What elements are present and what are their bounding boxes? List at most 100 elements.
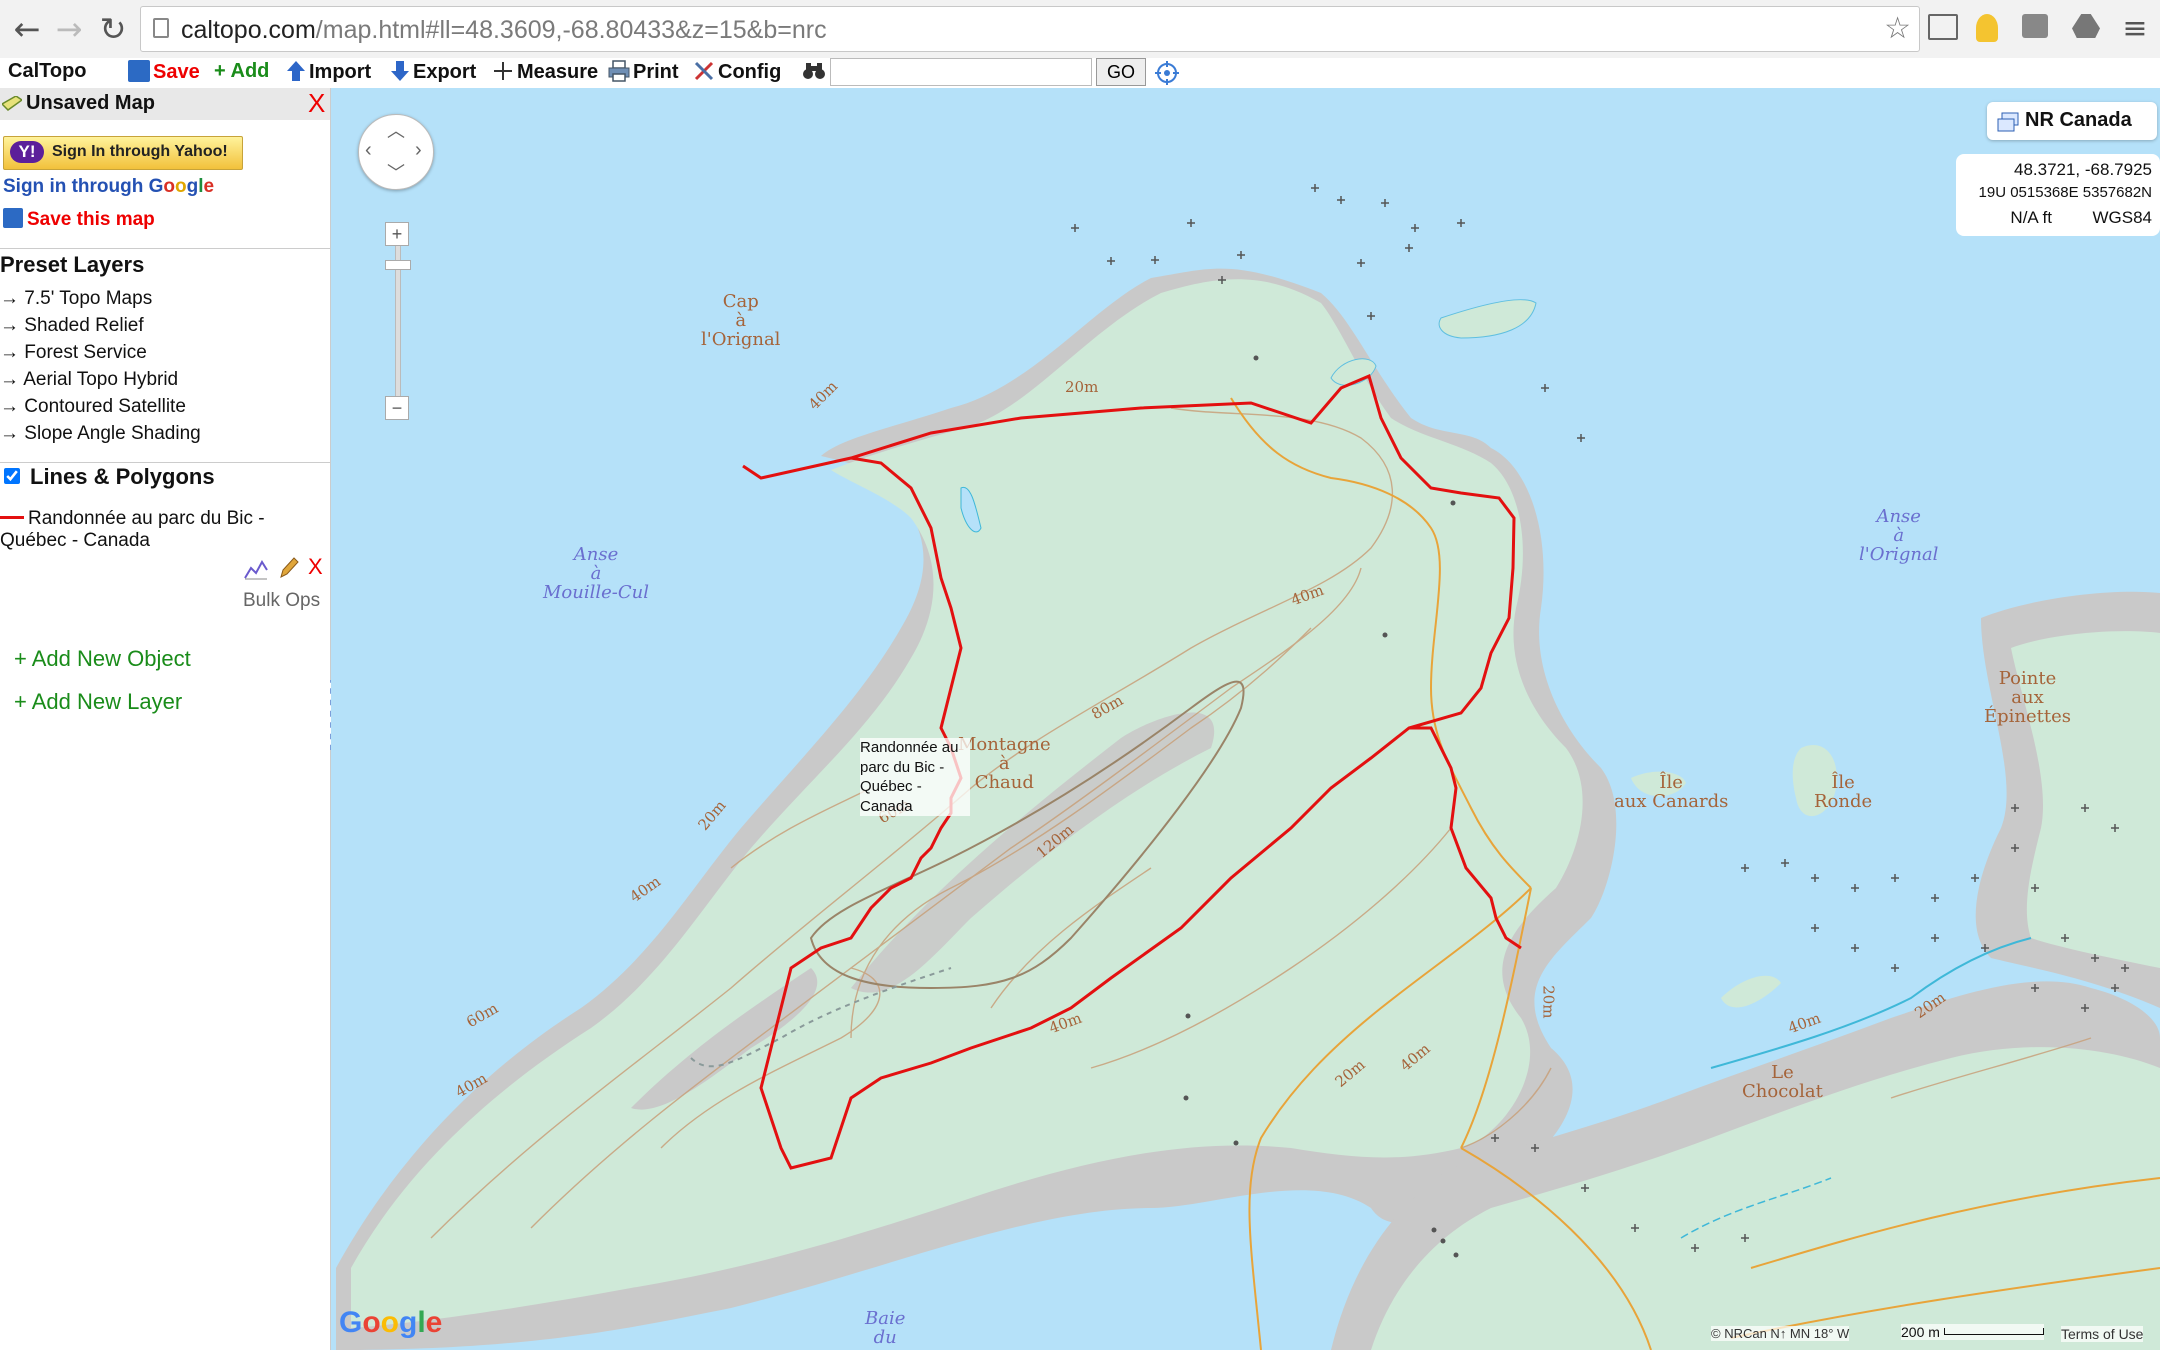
place-line: Cap bbox=[722, 291, 759, 312]
google-letter: g bbox=[186, 176, 199, 197]
place-label-baie: Baie du bbox=[865, 1308, 906, 1348]
divider bbox=[0, 462, 330, 463]
save-button[interactable]: Save bbox=[128, 60, 200, 84]
track-map-label[interactable]: Randonnée au parc du Bic - Québec - Cana… bbox=[860, 738, 970, 816]
close-map-button[interactable]: X bbox=[308, 88, 325, 119]
place-line: aux bbox=[2011, 686, 2044, 708]
place-line: l'Orignal bbox=[701, 328, 781, 350]
pan-up-icon[interactable]: ︿ bbox=[387, 117, 405, 143]
pan-control[interactable]: ︿ ﹀ ‹ › bbox=[358, 114, 434, 190]
preset-layer-shaded-relief[interactable]: → Shaded Relief bbox=[0, 315, 144, 337]
place-line: à bbox=[1893, 524, 1905, 546]
island bbox=[1721, 975, 1781, 1008]
red-line-swatch bbox=[0, 516, 24, 519]
url-path: /map.html#ll=48.3609,-68.80433&z=15&b=nr… bbox=[315, 16, 827, 44]
url-text[interactable]: caltopo.com/map.html#ll=48.3609,-68.8043… bbox=[181, 16, 827, 45]
bulk-ops-link[interactable]: Bulk Ops bbox=[243, 590, 320, 612]
import-button[interactable]: Import bbox=[286, 60, 371, 84]
drive-icon[interactable] bbox=[2072, 14, 2100, 38]
terms-of-use-link[interactable]: Terms of Use bbox=[2061, 1326, 2144, 1342]
google-letter: o bbox=[175, 176, 187, 197]
track-name-line2: Québec - Canada bbox=[0, 530, 150, 551]
place-line: Anse bbox=[1876, 506, 1921, 527]
extension-icon[interactable] bbox=[1976, 14, 1998, 42]
map-view[interactable]: Cap à l'Orignal Anse à Mouille-Cul Anse à l'Or… bbox=[331, 88, 2160, 1350]
google-letter: e bbox=[425, 1306, 443, 1339]
floppy-icon bbox=[3, 208, 23, 228]
floppy-icon bbox=[128, 60, 150, 82]
google-letter: o bbox=[362, 1306, 381, 1339]
google-signin-link[interactable]: Sign in through Google bbox=[3, 176, 214, 198]
place-line: aux Canards bbox=[1614, 790, 1729, 812]
preset-layer-topo[interactable]: → 7.5' Topo Maps bbox=[0, 288, 152, 310]
forward-arrow-icon[interactable]: → bbox=[50, 10, 88, 48]
place-line: Le bbox=[1771, 1062, 1794, 1083]
binoculars-icon[interactable] bbox=[802, 60, 826, 88]
reload-icon[interactable]: ↻ bbox=[94, 10, 132, 48]
config-button[interactable]: Config bbox=[693, 60, 781, 84]
add-new-layer-link[interactable]: + Add New Layer bbox=[14, 689, 182, 715]
import-label: Import bbox=[309, 61, 372, 83]
extension-copy-icon[interactable] bbox=[2022, 14, 2048, 38]
place-line: Île bbox=[1831, 772, 1855, 793]
google-letter: o bbox=[380, 1306, 399, 1339]
lines-polygons-checkbox[interactable] bbox=[4, 468, 20, 484]
place-label-ile-ronde: Île Ronde bbox=[1814, 772, 1873, 812]
print-button[interactable]: Print bbox=[608, 60, 679, 84]
latlon-readout: 48.3721, -68.7925 bbox=[2013, 160, 2152, 179]
pencil-icon[interactable] bbox=[278, 556, 300, 585]
lines-polygons-heading: Lines & Polygons bbox=[30, 464, 215, 489]
track-item[interactable]: Randonnée au parc du Bic - Québec - Cana… bbox=[0, 508, 265, 552]
go-button[interactable]: GO bbox=[1096, 58, 1146, 86]
map-canvas[interactable] bbox=[331, 88, 2160, 1350]
datum-readout: WGS84 bbox=[2092, 208, 2152, 227]
preset-layers-heading: Preset Layers bbox=[0, 252, 145, 277]
pan-right-icon[interactable]: › bbox=[415, 139, 422, 162]
page-icon bbox=[153, 18, 169, 38]
yahoo-signin-button[interactable]: Y! Sign In through Yahoo! bbox=[3, 136, 243, 170]
place-line: Épinettes bbox=[1984, 705, 2072, 727]
coordinate-readout: 48.3721, -68.7925 19U 0515368E 5357682N … bbox=[1956, 154, 2160, 236]
place-line: Baie bbox=[865, 1308, 906, 1329]
preset-layer-aerial-topo[interactable]: → Aerial Topo Hybrid bbox=[0, 369, 178, 391]
elevation-readout: N/A ft bbox=[2010, 208, 2052, 227]
preset-layer-forest-service[interactable]: → Forest Service bbox=[0, 342, 147, 364]
arrow-up-icon bbox=[286, 60, 306, 82]
browser-toolbar: ← → ↻ caltopo.com/map.html#ll=48.3609,-6… bbox=[0, 0, 2160, 59]
delete-track-button[interactable]: X bbox=[308, 554, 323, 580]
cast-icon[interactable] bbox=[1928, 14, 1958, 40]
save-this-map-link[interactable]: Save this map bbox=[3, 208, 155, 231]
save-this-map-label: Save this map bbox=[27, 209, 155, 230]
brand-label: CalTopo bbox=[8, 60, 87, 82]
google-logo[interactable]: Google bbox=[339, 1306, 442, 1340]
base-layer-button[interactable]: NR Canada bbox=[1987, 102, 2157, 140]
contour-label: 20m bbox=[1539, 985, 1558, 1019]
preset-layer-contoured-satellite[interactable]: → Contoured Satellite bbox=[0, 396, 186, 418]
zoom-in-button[interactable]: + bbox=[385, 222, 409, 246]
zoom-out-button[interactable]: − bbox=[385, 396, 409, 420]
locate-icon[interactable] bbox=[1155, 61, 1179, 91]
sidebar-header: Unsaved Map X bbox=[0, 88, 330, 120]
zoom-slider-handle[interactable] bbox=[385, 260, 411, 270]
export-button[interactable]: Export bbox=[390, 60, 476, 84]
add-button[interactable]: + Add bbox=[214, 60, 269, 83]
search-input[interactable] bbox=[830, 58, 1092, 86]
place-line: Ronde bbox=[1814, 790, 1873, 812]
zoom-slider-track[interactable] bbox=[395, 222, 401, 414]
address-bar[interactable]: caltopo.com/map.html#ll=48.3609,-68.8043… bbox=[140, 6, 1920, 52]
pan-down-icon[interactable]: ﹀ bbox=[387, 159, 405, 185]
divider bbox=[0, 248, 330, 249]
island bbox=[1438, 299, 1537, 339]
preset-layer-slope-angle[interactable]: → Slope Angle Shading bbox=[0, 423, 201, 445]
back-arrow-icon[interactable]: ← bbox=[8, 10, 46, 48]
profile-chart-icon[interactable] bbox=[244, 558, 268, 585]
sidebar: Unsaved Map X Y! Sign In through Yahoo! … bbox=[0, 88, 331, 1350]
place-label-cap-orignal: Cap à l'Orignal bbox=[701, 291, 781, 350]
bookmark-star-icon[interactable]: ☆ bbox=[1884, 11, 1911, 46]
pan-left-icon[interactable]: ‹ bbox=[365, 139, 372, 162]
print-label: Print bbox=[633, 61, 679, 83]
place-line: Chaud bbox=[974, 771, 1034, 793]
menu-icon[interactable]: ≡ bbox=[2116, 10, 2154, 48]
measure-button[interactable]: Measure bbox=[492, 60, 598, 84]
add-new-object-link[interactable]: + Add New Object bbox=[14, 646, 191, 672]
